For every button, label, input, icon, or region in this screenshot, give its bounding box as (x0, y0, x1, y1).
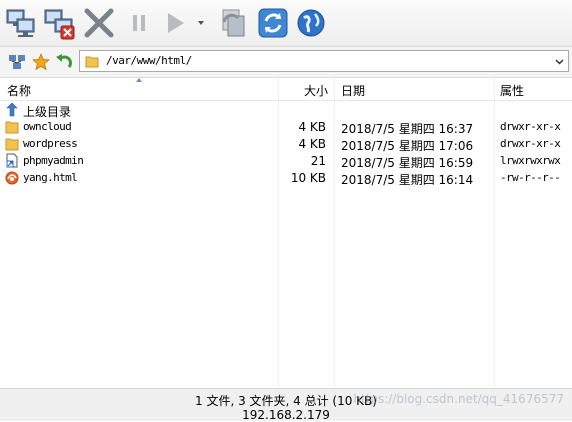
path-text: /var/www/html/ (106, 54, 192, 67)
run-button[interactable] (160, 6, 204, 40)
symlink-icon (5, 153, 19, 168)
list-item-wordpress[interactable]: wordpress 4 KB 2018/7/5 星期四 17:06 drwxr-… (0, 136, 572, 153)
computer-disconnect-icon (44, 9, 75, 40)
file-attributes: drwxr-xr-x (500, 120, 561, 133)
path-input[interactable]: /var/www/html/ (79, 50, 569, 72)
file-name: owncloud (23, 120, 72, 133)
column-attributes[interactable]: 属性 (500, 82, 524, 99)
disconnect-button[interactable] (42, 6, 76, 40)
file-size: 21 (310, 154, 326, 168)
favorites-button[interactable] (32, 53, 50, 71)
file-attributes: -rw-r--r-- (500, 171, 561, 184)
pause-icon (133, 15, 145, 31)
folder-icon (5, 119, 19, 134)
file-date: 2018/7/5 星期四 17:06 (341, 139, 474, 153)
watermark: https://blog.csdn.net/qq_41676577 (353, 392, 564, 406)
close-icon (84, 8, 114, 38)
cancel-button[interactable] (82, 6, 116, 40)
file-size: 4 KB (298, 137, 326, 151)
sort-ascending-icon (136, 78, 142, 82)
pause-button[interactable] (122, 6, 156, 40)
toolbar (0, 0, 572, 47)
folder-icon (5, 136, 19, 151)
list-item-parent-dir[interactable]: 上级目录 (0, 102, 572, 119)
list-item-owncloud[interactable]: owncloud 4 KB 2018/7/5 星期四 16:37 drwxr-x… (0, 119, 572, 136)
network-icon (9, 55, 25, 69)
file-size: 10 KB (290, 171, 326, 185)
status-bar: 1 文件, 3 文件夹, 4 总计 (10 KB) 192.168.2.179 … (0, 388, 572, 422)
address-bar: /var/www/html/ (0, 47, 572, 78)
file-date: 2018/7/5 星期四 16:14 (341, 173, 474, 187)
file-attributes: lrwxrwxrwx (500, 154, 561, 167)
file-name: phpmyadmin (23, 154, 84, 167)
file-attributes: drwxr-xr-x (500, 137, 561, 150)
column-date[interactable]: 日期 (341, 82, 365, 99)
html-file-icon (5, 170, 19, 185)
refresh-icon (258, 8, 288, 38)
column-name[interactable]: 名称 (7, 82, 31, 99)
network-button[interactable] (8, 53, 26, 71)
star-icon (32, 53, 50, 71)
file-date: 2018/7/5 星期四 16:59 (341, 156, 474, 170)
connect-button[interactable] (4, 6, 38, 40)
refresh-button[interactable] (256, 6, 290, 40)
up-dir-icon (5, 102, 19, 117)
computer-connect-icon (6, 9, 35, 37)
list-item-phpmyadmin[interactable]: phpmyadmin 21 2018/7/5 星期四 16:59 lrwxrwx… (0, 153, 572, 170)
globe-icon (297, 9, 325, 37)
file-date: 2018/7/5 星期四 16:37 (341, 122, 474, 136)
file-size: 4 KB (298, 120, 326, 134)
back-arrow-icon (56, 54, 72, 68)
file-name: wordpress (23, 137, 78, 150)
file-name: yang.html (23, 171, 78, 184)
back-button[interactable] (55, 53, 73, 71)
list-item-yang-html[interactable]: yang.html 10 KB 2018/7/5 星期四 16:14 -rw-r… (0, 170, 572, 187)
browser-button[interactable] (294, 6, 328, 40)
column-header: 名称 大小 日期 属性 (0, 78, 572, 101)
file-name: 上级目录 (23, 105, 72, 119)
chevron-down-icon[interactable] (554, 56, 565, 67)
sync-button[interactable] (216, 6, 250, 40)
play-icon (168, 13, 204, 33)
folder-icon (85, 56, 99, 68)
column-size[interactable]: 大小 (304, 82, 328, 99)
document-refresh-icon (222, 9, 245, 37)
